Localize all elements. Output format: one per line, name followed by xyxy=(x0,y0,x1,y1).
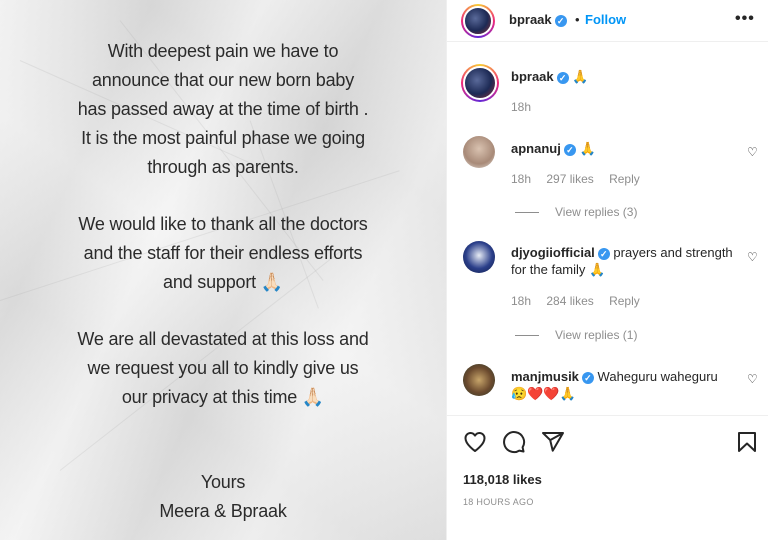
note-paragraph-2: We would like to thank all the doctors a… xyxy=(0,210,446,297)
note-paragraph-3: We are all devastated at this loss and w… xyxy=(0,325,446,412)
divider xyxy=(515,212,539,214)
post-time-ago: 18 HOURS AGO xyxy=(463,497,534,507)
comment-avatar[interactable] xyxy=(463,364,495,396)
avatar[interactable] xyxy=(461,4,495,38)
comment-avatar[interactable] xyxy=(463,241,495,273)
caption-username[interactable]: bpraak xyxy=(511,69,554,84)
note-signature: Yours Meera & Bpraak xyxy=(0,468,446,526)
comment-like-heart-icon[interactable]: ♡ xyxy=(747,145,758,159)
comment-row: manjmusik ✓ Waheguru waheguru 😥❤️❤️🙏 xyxy=(511,368,747,402)
comment-avatar[interactable] xyxy=(463,136,495,168)
comment-emoji: 😥❤️❤️🙏 xyxy=(511,386,576,401)
caption-time: 18h xyxy=(511,100,543,114)
note-line: We are all devastated at this loss and xyxy=(77,329,369,349)
heart-icon[interactable] xyxy=(463,430,487,459)
comment-username[interactable]: manjmusik xyxy=(511,369,579,384)
caption: bpraak ✓ 🙏 xyxy=(511,68,588,85)
header-username[interactable]: bpraak ✓ xyxy=(509,12,567,27)
verified-badge-icon: ✓ xyxy=(597,247,610,260)
reply-button[interactable]: Reply xyxy=(609,172,640,186)
follow-button[interactable]: Follow xyxy=(585,12,626,27)
note-line: announce that our new born baby xyxy=(92,70,354,90)
post-header: bpraak ✓ • Follow ••• xyxy=(447,0,768,42)
comment-like-heart-icon[interactable]: ♡ xyxy=(747,250,758,264)
more-icon[interactable]: ••• xyxy=(735,10,755,28)
post-sidebar: bpraak ✓ • Follow ••• bpraak ✓ 🙏 18h apnan… xyxy=(446,0,768,540)
view-replies-label[interactable]: View replies (1) xyxy=(555,328,637,342)
view-replies-button[interactable]: View replies (1) xyxy=(515,328,637,342)
note-paragraph-1: With deepest pain we have to announce th… xyxy=(0,37,446,182)
note-line: and support 🙏🏻 xyxy=(163,272,283,292)
comment-icon[interactable] xyxy=(502,430,526,459)
share-icon[interactable] xyxy=(541,430,565,459)
caption-time-text: 18h xyxy=(511,100,532,114)
comment-likes[interactable]: 284 likes xyxy=(546,294,593,308)
note-line: Yours xyxy=(200,472,246,492)
comment-row: djyogiiofficial ✓ prayers and strength fo… xyxy=(511,244,747,278)
note-line: Meera & Bpraak xyxy=(159,501,287,521)
comment-like-heart-icon[interactable]: ♡ xyxy=(747,372,758,386)
note-line: We would like to thank all the doctors xyxy=(78,214,368,234)
comment-username[interactable]: apnanuj xyxy=(511,141,561,156)
reply-button[interactable]: Reply xyxy=(609,294,640,308)
view-replies-button[interactable]: View replies (3) xyxy=(515,205,637,219)
separator-dot: • xyxy=(575,12,580,27)
comment-text: 🙏 xyxy=(579,141,596,156)
note-line: and the staff for their endless efforts xyxy=(83,243,363,263)
note-line: It is the most painful phase we going xyxy=(81,128,365,148)
note-line: has passed away at the time of birth . xyxy=(77,99,369,119)
note-line: we request you all to kindly give us xyxy=(87,358,359,378)
comment-text: Waheguru waheguru xyxy=(597,369,718,384)
divider xyxy=(515,335,539,337)
verified-badge-icon: ✓ xyxy=(581,371,594,384)
caption-avatar[interactable] xyxy=(461,64,499,102)
comment-meta: 18h 284 likes Reply xyxy=(511,294,652,308)
note-line: through as parents. xyxy=(147,157,299,177)
comment-username[interactable]: djyogiiofficial xyxy=(511,245,595,260)
comment-time: 18h xyxy=(511,172,532,186)
comment-likes[interactable]: 297 likes xyxy=(546,172,593,186)
bookmark-icon[interactable] xyxy=(735,430,759,459)
view-replies-label[interactable]: View replies (3) xyxy=(555,205,637,219)
verified-badge-icon: ✓ xyxy=(563,143,576,156)
post-actions: 118,018 likes 18 HOURS AGO xyxy=(447,415,768,540)
comment-meta: 18h 297 likes Reply xyxy=(511,172,652,186)
likes-count[interactable]: 118,018 likes xyxy=(463,472,542,487)
verified-badge-icon: ✓ xyxy=(556,71,569,84)
post-image[interactable]: With deepest pain we have to announce th… xyxy=(0,0,446,540)
comment-time: 18h xyxy=(511,294,532,308)
note-line: With deepest pain we have to xyxy=(107,41,339,61)
note-line: our privacy at this time 🙏🏻 xyxy=(121,387,325,407)
verified-badge-icon: ✓ xyxy=(554,14,567,27)
comment-row: apnanuj ✓ 🙏 xyxy=(511,140,596,157)
caption-text: 🙏 xyxy=(572,69,589,84)
username-text[interactable]: bpraak xyxy=(509,12,552,27)
